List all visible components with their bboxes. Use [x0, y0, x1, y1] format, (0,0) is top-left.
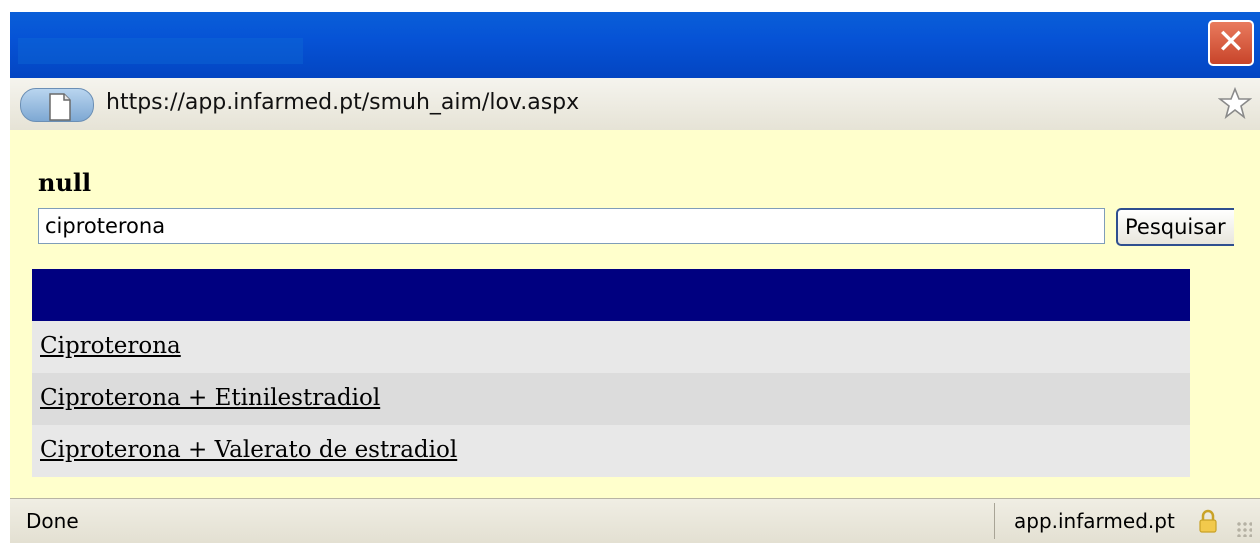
status-bar: Done app.infarmed.pt — [10, 498, 1260, 543]
close-icon: ✕ — [1216, 22, 1246, 62]
address-bar: https://app.infarmed.pt/smuh_aim/lov.asp… — [10, 78, 1260, 131]
lock-icon[interactable] — [1198, 509, 1218, 533]
result-link-ciproterona-etinilestradiol[interactable]: Ciproterona + Etinilestradiol — [40, 385, 380, 411]
search-button[interactable]: Pesquisar — [1116, 208, 1234, 246]
status-text: Done — [26, 509, 79, 533]
page-icon — [49, 93, 71, 121]
title-bar[interactable]: ✕ — [10, 12, 1260, 78]
page-content: null Pesquisar Ciproterona Ciproterona +… — [10, 130, 1260, 498]
url-text[interactable]: https://app.infarmed.pt/smuh_aim/lov.asp… — [106, 90, 579, 115]
search-input[interactable] — [38, 208, 1105, 244]
close-button[interactable]: ✕ — [1208, 20, 1254, 66]
status-domain[interactable]: app.infarmed.pt — [1014, 509, 1175, 533]
result-link-ciproterona-valerato[interactable]: Ciproterona + Valerato de estradiol — [40, 437, 457, 463]
result-row: Ciproterona + Valerato de estradiol — [32, 425, 1190, 477]
popup-window: ✕ https://app.infarmed.pt/smuh_aim/lov.a… — [0, 0, 1260, 543]
search-button-wrapper: Pesquisar — [1116, 208, 1234, 246]
title-bar-highlight — [18, 38, 303, 64]
bookmark-star-icon[interactable] — [1218, 86, 1252, 120]
result-link-ciproterona[interactable]: Ciproterona — [40, 333, 181, 359]
resize-grip-icon[interactable] — [1236, 521, 1252, 537]
result-row: Ciproterona + Etinilestradiol — [32, 373, 1190, 425]
results-header — [32, 269, 1190, 321]
status-divider — [994, 503, 995, 539]
result-row: Ciproterona — [32, 321, 1190, 373]
page-heading: null — [38, 168, 92, 197]
site-identity-button[interactable] — [20, 88, 94, 122]
